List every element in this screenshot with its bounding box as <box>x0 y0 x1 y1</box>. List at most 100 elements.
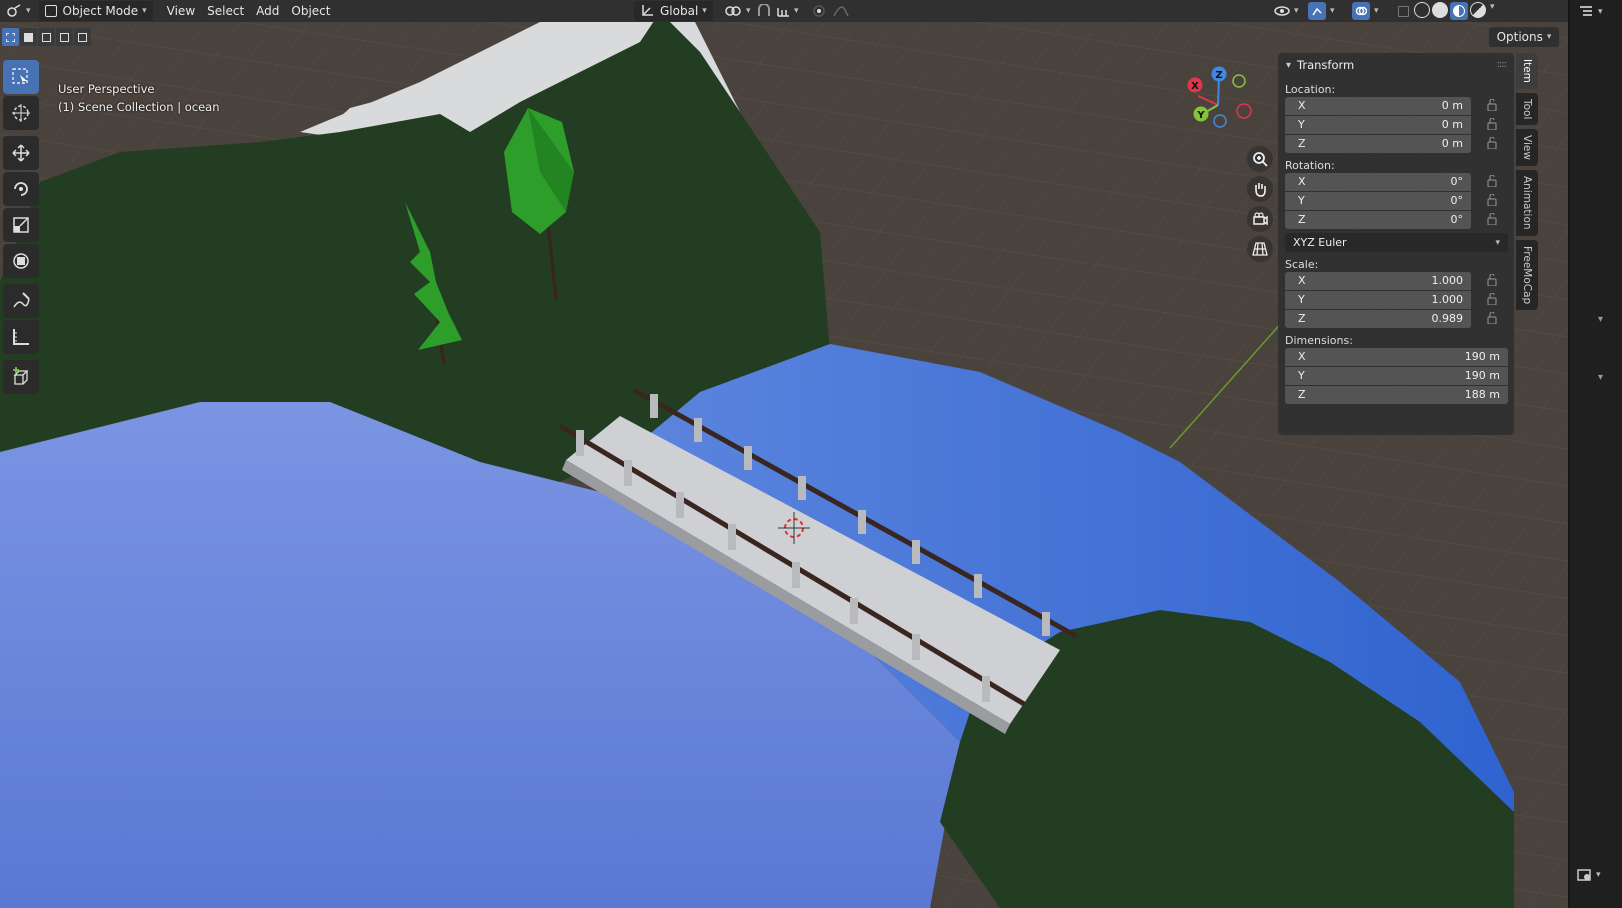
dimensions-z-field[interactable]: Z 188 m <box>1285 385 1508 404</box>
viewport-header: ▾ Object Mode ▾ View Select Add Object G… <box>0 0 1568 22</box>
scale-tool[interactable] <box>3 208 39 242</box>
measure-tool[interactable] <box>3 320 39 354</box>
unlock-icon[interactable] <box>1487 293 1497 305</box>
chevron-down-icon: ▾ <box>1598 7 1603 17</box>
field-value: 0.989 <box>1431 312 1464 325</box>
properties-editor-type-button[interactable]: ▾ <box>1576 868 1601 882</box>
gizmo-toggle[interactable]: ▾ <box>1302 1 1341 21</box>
unlock-icon[interactable] <box>1487 118 1497 130</box>
cursor-tool[interactable] <box>3 96 39 130</box>
blender-window: { "header": { "mode": "Object Mode", "me… <box>0 0 1622 908</box>
zoom-icon <box>1253 152 1268 167</box>
menu-object[interactable]: Object <box>285 1 336 21</box>
tab-freemocap[interactable]: FreeMoCap <box>1516 239 1538 310</box>
field-value: 188 m <box>1464 388 1500 401</box>
select-new-button[interactable] <box>2 28 19 46</box>
unlock-icon[interactable] <box>1487 312 1497 324</box>
pan-button[interactable] <box>1247 176 1273 202</box>
rotation-x-field[interactable]: X 0° <box>1285 172 1471 191</box>
cursor-icon <box>12 104 30 122</box>
chevron-down-icon[interactable]: ▾ <box>1598 314 1603 325</box>
unlock-icon[interactable] <box>1487 137 1497 149</box>
unlock-icon[interactable] <box>1487 213 1497 225</box>
annotate-icon <box>13 292 30 308</box>
solid-shading-icon[interactable] <box>1432 2 1448 18</box>
scale-y-row: Y 1.000 <box>1285 290 1514 309</box>
mode-dropdown[interactable]: Object Mode ▾ <box>38 1 153 21</box>
select-intersect-button[interactable] <box>74 28 91 46</box>
unlock-icon[interactable] <box>1487 99 1497 111</box>
scale-x-field[interactable]: X 1.000 <box>1285 271 1471 290</box>
gizmo-y-label: Y <box>1196 110 1205 121</box>
perspective-toggle-button[interactable] <box>1247 236 1273 262</box>
view-navigation-buttons <box>1247 146 1273 262</box>
shading-modes: ▾ <box>1414 2 1495 20</box>
menu-add[interactable]: Add <box>250 1 285 21</box>
unlock-icon[interactable] <box>1487 175 1497 187</box>
transform-panel-header[interactable]: ▾ Transform <box>1278 53 1514 77</box>
tab-view[interactable]: View <box>1516 129 1538 167</box>
xray-toggle[interactable] <box>1392 1 1415 21</box>
select-box-tool[interactable] <box>3 60 39 94</box>
location-z-field[interactable]: Z 0 m <box>1285 134 1471 153</box>
select-box-icon <box>12 68 28 85</box>
axis-label: X <box>1298 99 1306 112</box>
gizmo-x-label: X <box>1191 81 1199 92</box>
chevron-down-icon: ▾ <box>26 6 31 16</box>
axis-label: Y <box>1298 369 1305 382</box>
scale-z-field[interactable]: Z 0.989 <box>1285 309 1471 328</box>
material-shading-icon[interactable] <box>1450 2 1468 20</box>
tab-animation[interactable]: Animation <box>1516 170 1538 236</box>
overlays-toggle[interactable]: ▾ <box>1346 1 1385 21</box>
editor-type-button[interactable]: ▾ <box>0 1 37 21</box>
falloff-dropdown[interactable] <box>826 1 858 21</box>
location-y-row: Y 0 m <box>1285 115 1514 134</box>
axis-label: Y <box>1298 293 1305 306</box>
tab-item[interactable]: Item <box>1516 53 1538 89</box>
scale-y-field[interactable]: Y 1.000 <box>1285 290 1471 309</box>
rendered-shading-icon[interactable] <box>1470 2 1486 18</box>
annotate-tool[interactable] <box>3 284 39 318</box>
menu-select[interactable]: Select <box>201 1 250 21</box>
rotate-tool[interactable] <box>3 172 39 206</box>
rotation-z-field[interactable]: Z 0° <box>1285 210 1471 229</box>
tab-label: View <box>1521 135 1533 161</box>
select-invert-button[interactable] <box>56 28 73 46</box>
add-cube-tool[interactable] <box>3 360 39 394</box>
options-dropdown[interactable]: Options ▾ <box>1489 27 1559 47</box>
transform-icon <box>13 253 29 269</box>
snap-target-dropdown[interactable]: ▾ <box>770 1 805 21</box>
dimensions-x-field[interactable]: X 190 m <box>1285 347 1508 366</box>
editor-type-icon <box>7 4 21 17</box>
wireframe-shading-icon[interactable] <box>1414 2 1430 18</box>
visibility-dropdown[interactable]: ▾ <box>1268 1 1305 21</box>
unlock-icon[interactable] <box>1487 194 1497 206</box>
transform-orientation-dropdown[interactable]: Global ▾ <box>634 1 713 21</box>
select-subtract-button[interactable] <box>38 28 55 46</box>
zoom-button[interactable] <box>1247 146 1273 172</box>
dimensions-y-field[interactable]: Y 190 m <box>1285 366 1508 385</box>
chevron-down-icon[interactable]: ▾ <box>1490 2 1495 20</box>
gizmo-z-label: Z <box>1215 70 1222 81</box>
transform-tool[interactable] <box>3 244 39 278</box>
chevron-down-icon: ▾ <box>1495 237 1500 248</box>
chevron-down-icon[interactable]: ▾ <box>1598 372 1603 383</box>
navigation-gizmo[interactable]: X Z Y <box>1187 65 1278 145</box>
rotation-mode-dropdown[interactable]: XYZ Euler ▾ <box>1285 233 1508 252</box>
chevron-down-icon: ▾ <box>1286 59 1292 71</box>
rotation-y-field[interactable]: Y 0° <box>1285 191 1471 210</box>
location-x-field[interactable]: X 0 m <box>1285 96 1471 115</box>
field-value: 0 m <box>1441 137 1463 150</box>
outliner-editor-type-button[interactable]: ▾ <box>1570 0 1622 24</box>
menu-view[interactable]: View <box>161 1 201 21</box>
camera-view-button[interactable] <box>1247 206 1273 232</box>
select-extend-button[interactable] <box>20 28 37 46</box>
drag-handle-icon[interactable]: :::: <box>1497 59 1508 70</box>
location-y-field[interactable]: Y 0 m <box>1285 115 1471 134</box>
tab-label: FreeMoCap <box>1521 245 1533 304</box>
axis-label: Y <box>1298 194 1305 207</box>
hand-icon <box>1255 183 1266 197</box>
unlock-icon[interactable] <box>1487 274 1497 286</box>
tab-tool[interactable]: Tool <box>1516 92 1538 126</box>
move-tool[interactable] <box>3 136 39 170</box>
